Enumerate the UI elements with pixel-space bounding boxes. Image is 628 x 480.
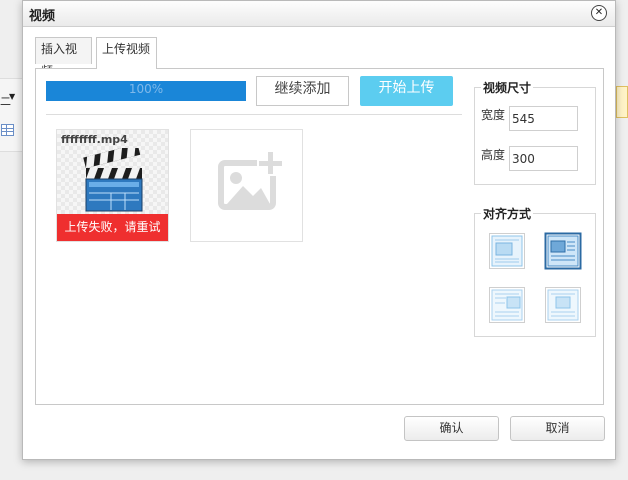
height-label: 高度 — [481, 148, 506, 162]
width-input[interactable] — [509, 106, 578, 131]
video-size-title: 视频尺寸 — [481, 79, 534, 96]
alignment-group: 对齐方式 — [474, 205, 596, 337]
editor-right-fragment — [616, 86, 628, 118]
add-image-icon — [218, 150, 283, 210]
divider — [46, 114, 462, 115]
progress-label: 100% — [128, 82, 164, 96]
close-icon[interactable]: ✕ — [591, 5, 607, 21]
upload-progress-bar: 100% — [46, 81, 246, 101]
height-input[interactable] — [509, 146, 578, 171]
upload-area: 100% 继续添加 开始上传 ffffffff.mp4 上传失败，请重试 — [36, 69, 472, 404]
caret-down-icon[interactable]: ▼ — [9, 92, 15, 101]
align-none-icon[interactable] — [488, 232, 526, 270]
continue-add-button[interactable]: 继续添加 — [256, 76, 349, 106]
video-size-group: 视频尺寸 宽度 高度 — [474, 79, 596, 185]
width-label: 宽度 — [481, 108, 506, 122]
tab-upload-video[interactable]: 上传视频 — [96, 37, 157, 69]
video-clapperboard-icon — [83, 148, 143, 212]
align-center-icon[interactable] — [544, 286, 582, 324]
upload-panel: 100% 继续添加 开始上传 ffffffff.mp4 上传失败，请重试 视频尺… — [35, 68, 604, 405]
start-upload-button[interactable]: 开始上传 — [360, 76, 453, 106]
upload-failed-status[interactable]: 上传失败，请重试 — [57, 214, 168, 241]
confirm-button[interactable]: 确认 — [404, 416, 499, 441]
video-dialog: 视频 ✕ 插入视频 上传视频 100% 继续添加 开始上传 ffffffff.m… — [22, 0, 616, 460]
settings-sidebar: 视频尺寸 宽度 高度 对齐方式 — [474, 69, 605, 404]
file-item[interactable]: ffffffff.mp4 上传失败，请重试 — [56, 129, 169, 242]
file-name: ffffffff.mp4 — [61, 133, 128, 146]
table-icon[interactable] — [1, 124, 14, 136]
dialog-titlebar[interactable]: 视频 ✕ — [23, 1, 615, 27]
align-right-icon[interactable] — [488, 286, 526, 324]
align-left-icon[interactable] — [544, 232, 582, 270]
tab-insert-video[interactable]: 插入视频 — [35, 37, 92, 78]
add-file-tile[interactable] — [190, 129, 303, 242]
alignment-title: 对齐方式 — [481, 205, 534, 222]
cancel-button[interactable]: 取消 — [510, 416, 605, 441]
dialog-title: 视频 — [29, 9, 56, 24]
editor-toolbar-fragment — [0, 78, 24, 152]
